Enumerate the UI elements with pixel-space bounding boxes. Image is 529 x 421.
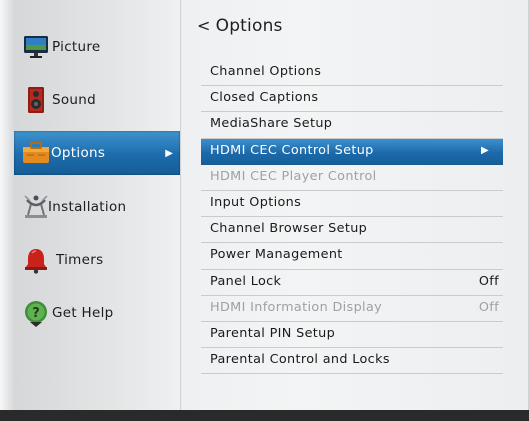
menu-item-closed-captions[interactable]: Closed Captions (201, 86, 503, 113)
sidebar-item-label: Installation (48, 199, 127, 215)
sidebar-item-get-help[interactable]: ? Get Help (14, 291, 180, 335)
menu-item-label: Channel Options (210, 64, 322, 79)
menu-item-parental-control-and-locks[interactable]: Parental Control and Locks (201, 348, 503, 375)
sidebar-item-picture[interactable]: Picture (14, 25, 180, 69)
menu-item-label: Channel Browser Setup (210, 221, 368, 237)
chevron-left-icon[interactable]: < (197, 16, 211, 35)
monitor-icon (24, 36, 48, 58)
sidebar-item-label: Options (51, 145, 106, 161)
menu-item-label: Panel Lock (210, 273, 282, 289)
menu-item-channel-browser-setup[interactable]: Channel Browser Setup (201, 217, 503, 244)
sidebar-item-label: Picture (52, 39, 101, 55)
page-title[interactable]: < Options (197, 16, 283, 36)
tv-settings-screen: Picture Sound Options ▶ Installation Tim… (0, 0, 529, 421)
screen-bezel-bottom (0, 410, 529, 421)
menu-item-hdmi-information-display: HDMI Information Display Off (201, 296, 503, 322)
satellite-dish-icon (24, 195, 48, 218)
page-title-text: Options (215, 16, 283, 36)
menu-item-label: Power Management (210, 247, 343, 263)
help-question-icon: ? (25, 301, 47, 327)
alarm-bell-icon (25, 249, 47, 274)
svg-text:?: ? (32, 306, 40, 321)
sidebar-item-timers[interactable]: Timers (14, 238, 180, 282)
menu-item-label: MediaShare Setup (210, 116, 333, 132)
menu-item-value: Off (478, 273, 499, 289)
sidebar-item-options[interactable]: Options ▶ (14, 131, 180, 175)
menu-item-label: Closed Captions (210, 90, 319, 106)
chevron-right-icon: ▶ (165, 147, 173, 159)
sidebar-item-installation[interactable]: Installation (14, 185, 180, 229)
menu-item-mediashare-setup[interactable]: MediaShare Setup (201, 112, 503, 139)
menu-item-label: HDMI Information Display (210, 299, 383, 315)
options-toolbox-icon (23, 142, 49, 163)
speaker-icon (28, 87, 44, 113)
menu-item-power-management[interactable]: Power Management (201, 243, 503, 270)
menu-item-hdmi-cec-control-setup[interactable]: HDMI CEC Control Setup ▶ (201, 138, 503, 165)
menu-item-label: HDMI CEC Player Control (210, 168, 377, 184)
menu-item-panel-lock[interactable]: Panel Lock Off (201, 270, 503, 296)
menu-item-hdmi-cec-player-control: HDMI CEC Player Control (201, 165, 503, 191)
sidebar-item-label: Timers (56, 252, 104, 268)
screen-bezel-left (0, 0, 14, 421)
sidebar-item-sound[interactable]: Sound (14, 78, 180, 122)
menu-item-label: HDMI CEC Control Setup (210, 142, 374, 158)
options-menu: Channel Options Closed Captions MediaSha… (201, 60, 503, 375)
menu-item-parental-pin-setup[interactable]: Parental PIN Setup (201, 322, 503, 349)
chevron-right-icon: ▶ (480, 144, 489, 156)
sidebar-item-label: Get Help (52, 305, 114, 321)
menu-item-label: Parental Control and Locks (210, 352, 390, 368)
menu-item-label: Input Options (210, 194, 302, 210)
menu-item-input-options[interactable]: Input Options (201, 191, 503, 218)
menu-item-channel-options[interactable]: Channel Options (201, 60, 503, 87)
menu-item-value: Off (478, 299, 499, 315)
menu-item-label: Parental PIN Setup (210, 325, 336, 341)
category-sidebar: Picture Sound Options ▶ Installation Tim… (14, 0, 180, 421)
sidebar-divider (180, 0, 182, 421)
sidebar-item-label: Sound (52, 92, 97, 108)
